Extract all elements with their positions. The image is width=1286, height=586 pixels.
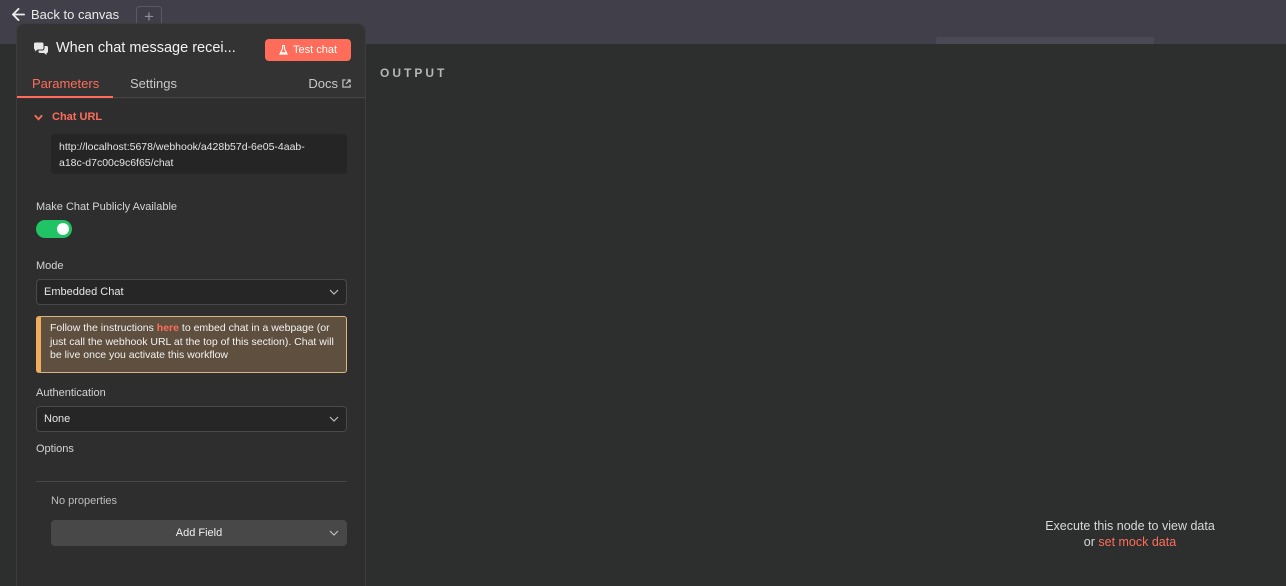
- node-title[interactable]: When chat message recei...: [56, 40, 256, 56]
- notice-text-before: Follow the instructions: [50, 322, 157, 334]
- node-parameters-panel: When chat message recei... Test chat Par…: [16, 23, 366, 586]
- options-divider: [36, 481, 347, 482]
- add-field-label: Add Field: [175, 527, 223, 539]
- embed-instructions-notice: Follow the instructions here to embed ch…: [36, 316, 347, 373]
- chat-url-value[interactable]: http://localhost:5678/webhook/a428b57d-6…: [51, 134, 347, 174]
- chat-url-line-1: http://localhost:5678/webhook/a428b57d-6…: [59, 141, 305, 153]
- notice-here-link[interactable]: here: [157, 322, 179, 334]
- panel-body: Chat URL http://localhost:5678/webhook/a…: [17, 99, 365, 586]
- chat-url-line-2: a18c-d7c00c9c6f65/chat: [59, 157, 174, 169]
- test-chat-label: Test chat: [292, 44, 338, 56]
- chat-bubbles-icon: [34, 42, 48, 55]
- output-title: OUTPUT: [380, 66, 448, 80]
- output-empty-text: Execute this node to view data: [1045, 519, 1215, 533]
- public-available-toggle[interactable]: [36, 220, 72, 238]
- output-or-text: or: [1083, 535, 1099, 549]
- docs-link[interactable]: Docs: [308, 76, 351, 91]
- authentication-select[interactable]: None: [36, 406, 347, 432]
- tab-settings[interactable]: Settings: [130, 76, 177, 95]
- mode-select[interactable]: Embedded Chat: [36, 279, 347, 305]
- chevron-down-icon: [34, 114, 43, 121]
- mode-value: Embedded Chat: [44, 286, 124, 298]
- back-to-canvas-label: Back to canvas: [31, 6, 120, 22]
- authentication-label: Authentication: [36, 387, 106, 399]
- no-properties-text: No properties: [51, 495, 118, 507]
- back-to-canvas-link[interactable]: Back to canvas: [12, 6, 119, 22]
- external-link-icon: [342, 79, 351, 88]
- arrow-left-icon: [12, 7, 25, 21]
- chevron-down-icon: [329, 530, 339, 536]
- chat-url-section-toggle[interactable]: Chat URL: [34, 111, 102, 123]
- output-empty-state: Execute this node to view data or set mo…: [1030, 518, 1230, 550]
- mode-label: Mode: [36, 260, 64, 272]
- panel-tabs: Parameters Settings Docs: [17, 74, 365, 98]
- tab-parameters[interactable]: Parameters: [17, 76, 114, 98]
- set-mock-data-link[interactable]: set mock data: [1098, 535, 1176, 549]
- test-chat-button[interactable]: Test chat: [265, 39, 351, 61]
- public-available-label: Make Chat Publicly Available: [36, 201, 178, 213]
- docs-label: Docs: [308, 76, 338, 91]
- flask-icon: [279, 45, 288, 55]
- options-label: Options: [36, 443, 74, 455]
- add-field-button[interactable]: Add Field: [51, 520, 347, 546]
- output-panel: OUTPUT Execute this node to view data or…: [366, 44, 1286, 586]
- authentication-value: None: [44, 413, 71, 425]
- canvas-ghost-tab: [936, 37, 1154, 44]
- chevron-down-icon: [329, 289, 339, 295]
- panel-header: When chat message recei... Test chat: [17, 24, 365, 74]
- toggle-knob: [57, 223, 69, 235]
- chat-url-label: Chat URL: [52, 111, 103, 123]
- chevron-down-icon: [329, 416, 339, 422]
